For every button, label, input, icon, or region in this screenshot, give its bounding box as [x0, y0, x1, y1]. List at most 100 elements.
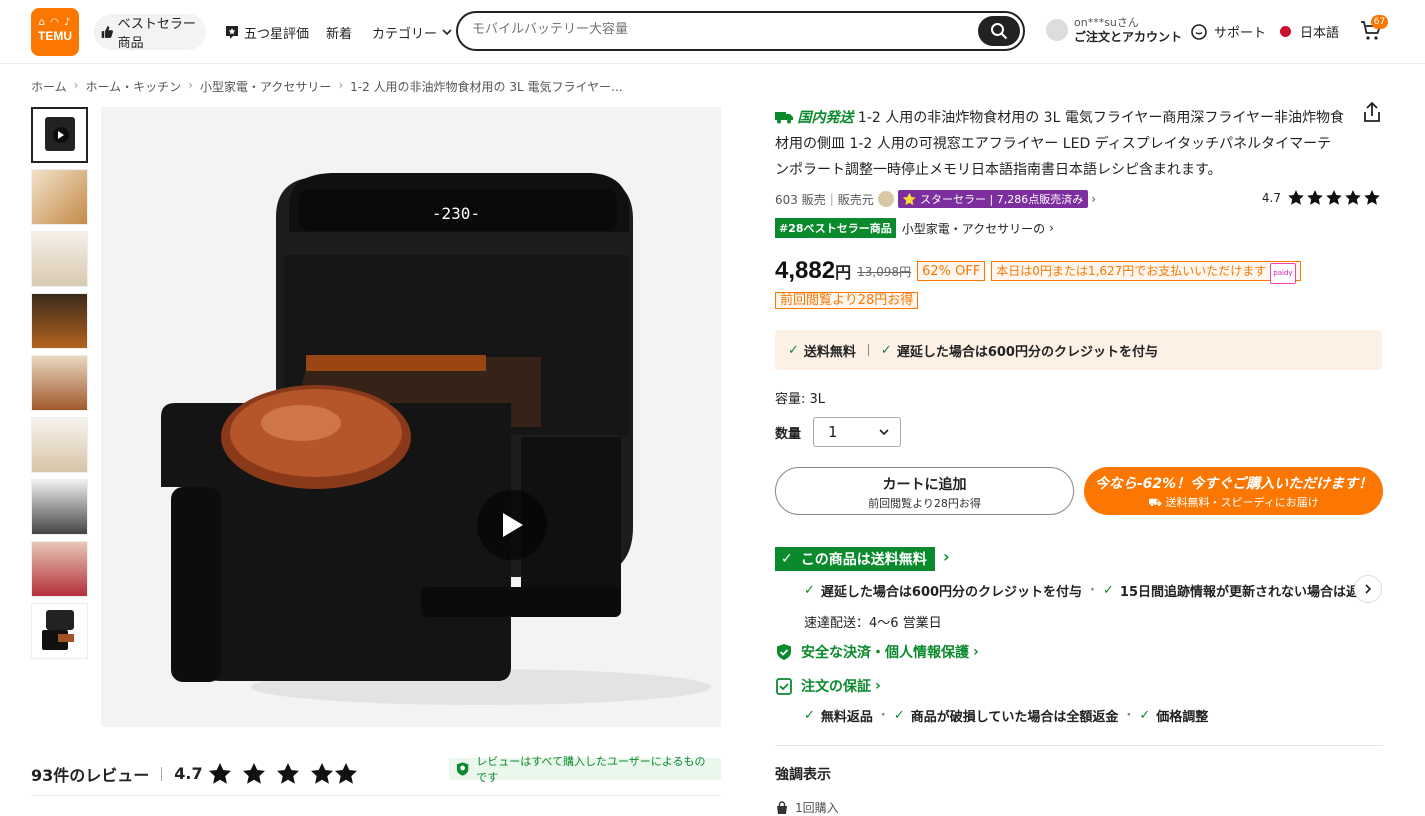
play-video-button[interactable]	[477, 490, 547, 560]
nav-new-label: 新着	[326, 26, 353, 42]
order-guarantee-item: 価格調整	[1156, 710, 1209, 725]
star-seller-text: スターセラー | 7,286点販売済み	[920, 193, 1084, 206]
bestseller-rank[interactable]: #28ベストセラー商品 小型家電・アクセサリーの ›	[775, 218, 1054, 238]
product-rating[interactable]: 4.7	[1262, 189, 1383, 207]
cart-button[interactable]: 67	[1359, 15, 1388, 44]
pay-later-tag[interactable]: 本日は0円または1,627円でお支払いいただけます paidy	[991, 261, 1301, 284]
seller-logo[interactable]	[877, 191, 894, 207]
thumbnail-video[interactable]	[31, 107, 88, 163]
thumbnail-image[interactable]	[31, 231, 88, 287]
support-label: サポート	[1214, 26, 1267, 41]
delay-credit-text: 遅延した場合は600円分のクレジットを付与	[896, 344, 1158, 360]
order-guarantee-items: ✓ 無料返品 · ✓ 商品が破損していた場合は全額返金 · ✓ 価格調整	[804, 708, 1209, 725]
support-chat-icon	[1191, 23, 1207, 40]
search-button[interactable]	[978, 16, 1020, 46]
add-to-cart-sublabel: 前回閲覧より28円お得	[868, 497, 981, 510]
share-button[interactable]	[1362, 101, 1382, 123]
share-icon	[1364, 101, 1380, 122]
shipping-banner: ✓ 送料無料 ✓ 遅延した場合は600円分のクレジットを付与	[775, 330, 1382, 370]
account-menu[interactable]: on***suさん ご注文とアカウント	[1046, 16, 1182, 44]
nav-bestseller[interactable]: ベストセラー商品	[94, 14, 206, 51]
thumbnail-image[interactable]	[31, 355, 88, 411]
rating-value: 4.7	[1261, 191, 1281, 205]
breadcrumb-home-kitchen[interactable]: ホーム・キッチン	[85, 78, 181, 95]
chevron-right-icon	[1365, 584, 1372, 594]
thumbnail-image[interactable]	[31, 603, 88, 659]
order-guarantee-link[interactable]: 注文の保証 ›	[775, 676, 881, 696]
shipping-guarantees: ✓ 遅延した場合は600円分のクレジットを付与 · ✓ 15日間追跡情報が更新さ…	[804, 581, 1359, 600]
divider	[775, 745, 1383, 746]
paidy-logo: paidy	[1270, 263, 1296, 284]
thumbnail-image[interactable]	[31, 417, 88, 473]
cart-count-badge: 67	[1371, 15, 1388, 29]
temu-logo[interactable]: ⌂ ◠ ♪ TEMU	[31, 8, 79, 56]
logo-text: TEMU	[38, 29, 72, 43]
main-product-image[interactable]: -230-	[101, 107, 721, 727]
language-label: 日本語	[1300, 26, 1340, 41]
secure-payment-link[interactable]: 安全な決済・個人情報保護 ›	[775, 642, 979, 662]
verified-reviews-note: レビューはすべて購入したユーザーによるものです	[449, 755, 721, 784]
avatar	[1046, 19, 1068, 41]
add-to-cart-button[interactable]: カートに追加 前回閲覧より28円お得	[775, 467, 1074, 515]
order-guarantee-item: 無料返品	[820, 710, 873, 725]
star-seller-badge[interactable]: ⭐ スターセラー | 7,286点販売済み	[897, 190, 1089, 208]
free-shipping-badge-text: この商品は送料無料	[800, 552, 927, 568]
japan-flag-icon	[1280, 26, 1291, 37]
breadcrumb: ホーム › ホーム・キッチン › 小型家電・アクセサリー › 1-2 人用の非油…	[31, 78, 623, 95]
account-user: on***suさん	[1074, 16, 1139, 29]
review-score: 4.7	[174, 764, 203, 783]
language-selector[interactable]: 日本語	[1280, 22, 1339, 41]
quantity-select[interactable]: 1	[813, 417, 902, 447]
thumbs-up-icon	[101, 26, 113, 38]
sold-count: 603 販売	[775, 192, 826, 207]
rank-badge: #28ベストセラー商品	[775, 218, 896, 238]
thumbnail-image[interactable]	[31, 293, 88, 349]
chevron-down-icon	[442, 29, 452, 36]
support-link[interactable]: サポート	[1190, 22, 1266, 41]
play-icon	[503, 513, 523, 537]
thumbnail-image[interactable]	[31, 169, 88, 225]
free-shipping-badge[interactable]: ✓ この商品は送料無料	[775, 547, 935, 571]
quantity-label: 数量	[775, 426, 802, 442]
check-icon: ✓	[1103, 583, 1114, 598]
guarantee-item: 遅延した場合は600円分のクレジットを付与	[820, 585, 1083, 600]
check-icon: ✓	[880, 342, 892, 358]
product-info: 国内発送 1-2 人用の非油炸物食材用の 3L 電気フライヤー商用深フライヤー非…	[775, 101, 1383, 815]
account-label: ご注文とアカウント	[1074, 30, 1183, 44]
check-icon: ✓	[781, 551, 793, 567]
highlights-heading: 強調表示	[775, 767, 831, 783]
nav-category-label: カテゴリー	[372, 26, 438, 42]
check-icon: ✓	[893, 708, 905, 723]
chevron-right-icon[interactable]: ›	[943, 547, 950, 566]
nav-new[interactable]: 新着	[326, 14, 352, 50]
currency: 円	[835, 263, 852, 282]
review-count[interactable]: 93件のレビュー	[31, 762, 149, 786]
seller-label: 販売元	[837, 192, 874, 207]
breadcrumb-small-appliances[interactable]: 小型家電・アクセサリー	[200, 78, 331, 95]
product-meta: 603 販売 | 販売元 ⭐ スターセラー | 7,286点販売済み › 4.7	[775, 189, 1383, 209]
search-input[interactable]	[472, 22, 952, 37]
nav-category[interactable]: カテゴリー	[372, 14, 457, 50]
rank-category: 小型家電・アクセサリーの	[901, 221, 1046, 236]
nav-five-star[interactable]: 五つ星評価	[224, 14, 309, 50]
star-rating-icon	[208, 762, 357, 784]
thumbnail-image[interactable]	[31, 541, 88, 597]
buy-now-label: 今なら-62%！今すぐご購入いただけます！	[1094, 476, 1373, 492]
original-price: 13,098円	[857, 264, 912, 279]
delivery-time: 速達配送：4〜6 営業日	[804, 616, 942, 631]
check-icon: ✓	[804, 708, 815, 723]
next-button[interactable]	[1354, 575, 1382, 603]
thumbnail-image[interactable]	[31, 479, 88, 535]
shield-check-icon	[777, 644, 791, 660]
check-icon: ✓	[1139, 708, 1151, 723]
buy-now-sublabel: ⛟ 送料無料・スピーディにお届け	[1148, 496, 1319, 509]
bought-count-text: 1回購入	[795, 801, 839, 815]
breadcrumb-home[interactable]: ホーム	[31, 78, 67, 95]
search-icon	[991, 23, 1008, 40]
star-rating-icon	[1288, 190, 1380, 205]
product-title-text: 1-2 人用の非油炸物食材用の 3L 電気フライヤー商用深フライヤー非油炸物食材…	[775, 110, 1344, 178]
buy-now-button[interactable]: 今なら-62%！今すぐご購入いただけます！ ⛟ 送料無料・スピーディにお届け	[1084, 467, 1383, 515]
discount-tag: 62% OFF	[917, 261, 986, 281]
thumbnail-list	[31, 107, 89, 665]
quantity-row: 数量 1	[775, 417, 902, 447]
